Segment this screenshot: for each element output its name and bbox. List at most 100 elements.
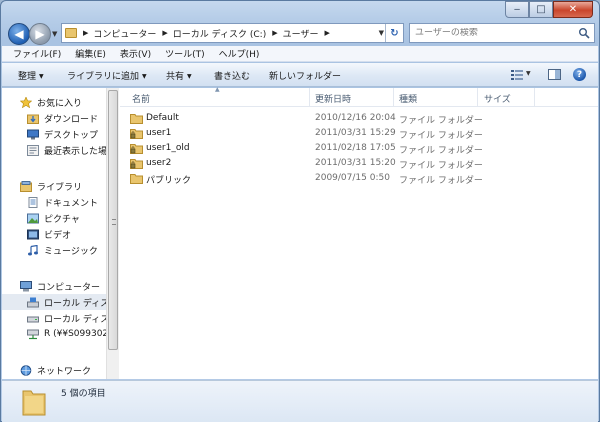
sidebar-item-network[interactable]: ネットワーク (2, 362, 106, 378)
address-row: ◀ ▶ ▼ ▶ コンピューター ▶ ローカル ディスク (C:) ▶ ユーザー … (7, 22, 595, 46)
column-divider[interactable] (393, 88, 394, 107)
chevron-down-icon: ▼ (142, 73, 147, 80)
file-row[interactable]: Default 2010/12/16 20:04 ファイル フォルダー (120, 111, 598, 126)
file-row[interactable]: user1 2011/03/31 15:29 ファイル フォルダー (120, 126, 598, 141)
sidebar-item-label: お気に入り (37, 98, 83, 109)
minimize-button[interactable]: ‒ (505, 1, 529, 18)
column-date[interactable]: 更新日時 (315, 92, 351, 105)
breadcrumb-chevron-icon[interactable]: ▶ (83, 29, 88, 37)
sidebar-item-music[interactable]: ミュージック (2, 242, 106, 258)
navigation-pane: お気に入り ダウンロード デスクトップ 最近表示した場所 ライブラリ ドキュメン… (2, 88, 106, 379)
sort-caret-icon: ▲ (215, 86, 220, 93)
scrollbar-thumb[interactable] (108, 90, 118, 350)
view-options-icon[interactable] (511, 69, 523, 80)
star-icon (20, 96, 32, 108)
sidebar-item-label: 最近表示した場所 (44, 146, 106, 157)
help-icon[interactable]: ? (573, 68, 586, 81)
include-library-button[interactable]: ライブラリに追加 ▼ (67, 69, 147, 82)
sidebar-item-recent-places[interactable]: 最近表示した場所 (2, 142, 106, 158)
column-divider[interactable] (309, 88, 310, 107)
include-library-label: ライブラリに追加 (67, 72, 140, 82)
preview-pane-icon[interactable] (548, 69, 561, 80)
breadcrumb-computer[interactable]: コンピューター (93, 27, 156, 40)
sidebar-item-label: ライブラリ (37, 182, 83, 193)
share-button[interactable]: 共有 ▼ (166, 69, 192, 82)
menu-view[interactable]: 表示(V) (110, 47, 155, 60)
details-pane: 5 個の項目 (2, 380, 598, 422)
navigation-scrollbar[interactable] (106, 88, 119, 379)
column-divider[interactable] (534, 88, 535, 107)
sidebar-item-favorites[interactable]: お気に入り (2, 94, 106, 110)
sidebar-item-pictures[interactable]: ピクチャ (2, 210, 106, 226)
local-disk-icon (27, 297, 39, 307)
sidebar-item-label: ミュージック (44, 246, 98, 257)
file-row[interactable]: user2 2011/03/31 15:20 ファイル フォルダー (120, 156, 598, 171)
file-row[interactable]: user1_old 2011/02/18 17:05 ファイル フォルダー (120, 141, 598, 156)
file-row[interactable]: パブリック 2009/07/15 0:50 ファイル フォルダー (120, 171, 598, 186)
sidebar-item-network-drive[interactable]: R (¥¥S0993023) (2, 326, 106, 342)
file-name: パブリック (146, 176, 192, 186)
item-count: 5 個の項目 (61, 389, 106, 399)
locked-folder-icon (130, 129, 143, 139)
breadcrumb-chevron-icon[interactable]: ▶ (324, 29, 329, 37)
sidebar-item-libraries[interactable]: ライブラリ (2, 178, 106, 194)
close-button[interactable]: ✕ (553, 1, 593, 18)
menu-tools[interactable]: ツール(T) (155, 47, 209, 60)
file-date: 2011/03/31 15:20 (315, 158, 396, 168)
breadcrumb-users[interactable]: ユーザー (283, 27, 319, 40)
folder-icon (65, 28, 77, 38)
chevron-down-icon[interactable]: ▼ (526, 70, 531, 77)
sidebar-item-label: コンピューター (37, 282, 101, 293)
menu-file[interactable]: ファイル(F) (2, 47, 65, 60)
column-type[interactable]: 種類 (399, 92, 417, 105)
video-icon (27, 229, 39, 239)
file-type: ファイル フォルダー (399, 116, 483, 126)
search-icon[interactable] (578, 27, 590, 39)
menu-edit[interactable]: 編集(E) (65, 47, 110, 60)
menu-bar: ファイル(F) 編集(E) 表示(V) ツール(T) ヘルプ(H) (2, 46, 598, 62)
chevron-down-icon: ▼ (187, 73, 192, 80)
sidebar-item-label: ビデオ (44, 230, 72, 241)
file-type: ファイル フォルダー (399, 131, 483, 141)
file-type: ファイル フォルダー (399, 176, 483, 186)
chevron-down-icon: ▼ (39, 73, 44, 80)
back-button[interactable]: ◀ (8, 23, 30, 45)
organize-label: 整理 (18, 72, 37, 82)
sidebar-item-computer[interactable]: コンピューター (2, 278, 106, 294)
picture-icon (27, 213, 39, 223)
column-name[interactable]: 名前 (132, 92, 150, 105)
sidebar-item-desktop[interactable]: デスクトップ (2, 126, 106, 142)
sidebar-item-label: ローカル ディスク (D:) (44, 314, 106, 325)
sidebar-item-downloads[interactable]: ダウンロード (2, 110, 106, 126)
recent-places-icon (27, 144, 39, 156)
maximize-button[interactable]: □ (529, 1, 553, 18)
library-icon (20, 180, 32, 192)
breadcrumb-chevron-icon[interactable]: ▶ (162, 29, 167, 37)
file-date: 2011/03/31 15:29 (315, 128, 396, 138)
sidebar-item-local-disk-d[interactable]: ローカル ディスク (D:) (2, 310, 106, 326)
forward-button[interactable]: ▶ (29, 23, 51, 45)
refresh-button[interactable]: ↻ (385, 24, 403, 42)
burn-button[interactable]: 書き込む (214, 69, 250, 82)
sidebar-item-local-disk-c[interactable]: ローカル ディスク (C:) (2, 294, 106, 310)
sidebar-item-videos[interactable]: ビデオ (2, 226, 106, 242)
column-divider[interactable] (477, 88, 478, 107)
file-type: ファイル フォルダー (399, 146, 483, 156)
new-folder-button[interactable]: 新しいフォルダー (269, 69, 341, 82)
search-input[interactable] (415, 28, 575, 38)
grip-icon (112, 219, 116, 225)
search-box (409, 23, 595, 43)
sidebar-item-label: ダウンロード (44, 114, 99, 125)
breadcrumb-chevron-icon[interactable]: ▶ (272, 29, 277, 37)
breadcrumb-local-disk[interactable]: ローカル ディスク (C:) (173, 27, 266, 40)
network-icon (20, 364, 32, 376)
address-bar[interactable]: ▶ コンピューター ▶ ローカル ディスク (C:) ▶ ユーザー ▶ ▼ ↻ (61, 23, 404, 43)
menu-help[interactable]: ヘルプ(H) (209, 47, 264, 60)
computer-icon (20, 280, 32, 291)
sidebar-item-documents[interactable]: ドキュメント (2, 194, 106, 210)
organize-button[interactable]: 整理 ▼ (18, 69, 44, 82)
download-folder-icon (27, 114, 39, 124)
recent-pages-dropdown-icon[interactable]: ▼ (52, 30, 57, 38)
column-size[interactable]: サイズ (484, 92, 511, 105)
address-dropdown-icon[interactable]: ▼ (379, 29, 384, 37)
